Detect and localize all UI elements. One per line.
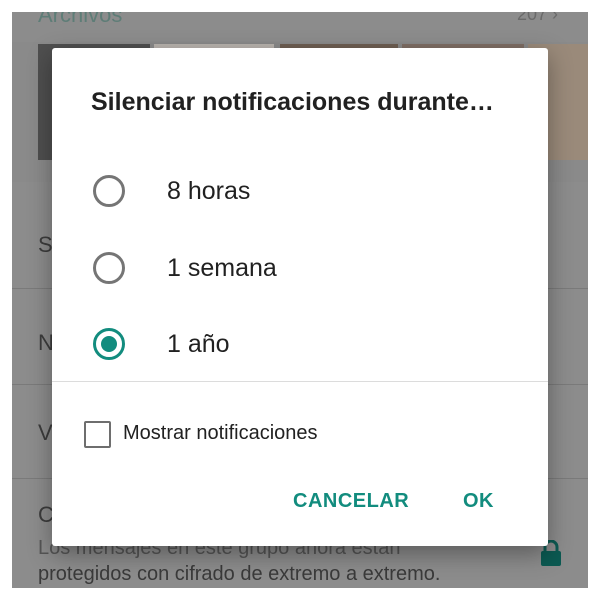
mute-option-1-year[interactable]: 1 año bbox=[52, 309, 548, 379]
dialog-divider bbox=[52, 381, 548, 382]
mute-option-label: 8 horas bbox=[167, 176, 251, 205]
show-notifications-checkbox[interactable] bbox=[84, 421, 111, 448]
mute-option-label: 1 año bbox=[167, 329, 230, 358]
settings-row-label: S bbox=[38, 232, 53, 257]
ok-button[interactable]: OK bbox=[463, 490, 494, 513]
mute-notifications-dialog: Silenciar notificaciones durante… 8 hora… bbox=[52, 48, 548, 546]
settings-row-label: V bbox=[38, 420, 53, 445]
mute-option-label: 1 semana bbox=[167, 253, 277, 282]
show-notifications-label: Mostrar notificaciones bbox=[123, 422, 318, 444]
mute-option-1-week[interactable]: 1 semana bbox=[52, 233, 548, 303]
radio-button-unchecked[interactable] bbox=[93, 175, 125, 207]
cancel-button[interactable]: CANCELAR bbox=[293, 490, 409, 513]
background-header: Archivos 207 › bbox=[12, 12, 588, 42]
files-title: Archivos bbox=[38, 12, 123, 27]
files-count: 207 › bbox=[516, 12, 558, 24]
show-notifications-row[interactable]: Mostrar notificaciones bbox=[52, 412, 548, 456]
encryption-notice-line2: protegidos con cifrado de extremo a extr… bbox=[38, 563, 441, 585]
dialog-title: Silenciar notificaciones durante… bbox=[91, 88, 494, 116]
radio-button-checked[interactable] bbox=[93, 328, 125, 360]
radio-button-unchecked[interactable] bbox=[93, 252, 125, 284]
mute-option-8-hours[interactable]: 8 horas bbox=[52, 156, 548, 226]
